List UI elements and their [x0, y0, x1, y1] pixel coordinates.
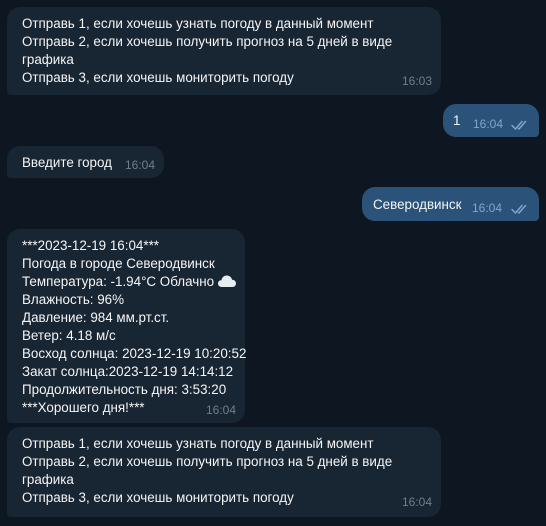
report-date-line: ***2023-12-19 16:04*** — [22, 238, 159, 253]
message-time: 16:04 — [472, 201, 503, 215]
weather-report-message[interactable]: ***2023-12-19 16:04*** Погода в городе С… — [7, 229, 247, 423]
report-sunset-line: Закат солнца:2023-12-19 14:14:12 — [22, 364, 234, 379]
report-humidity-line: Влажность: 96% — [22, 292, 125, 307]
incoming-message[interactable]: Введите город 16:04 — [7, 146, 164, 178]
message-line: графика — [22, 472, 74, 487]
report-city-line: Погода в городе Северодвинск — [22, 256, 215, 271]
message-line: Отправь 2, если хочешь получить прогноз … — [22, 34, 393, 49]
outgoing-message[interactable]: 1 16:04 — [443, 104, 539, 137]
report-wind-line: Ветер: 4.18 м/с — [22, 328, 116, 343]
read-checkmarks-icon — [511, 120, 527, 130]
report-pressure-line: Давление: 984 мм.рт.ст. — [22, 310, 170, 325]
chat-message-list[interactable]: Отправь 1, если хочешь узнать погоду в д… — [0, 0, 546, 526]
message-time: 16:03 — [401, 74, 432, 88]
cloud-icon — [218, 275, 237, 287]
message-line: Отправь 1, если хочешь узнать погоду в д… — [22, 16, 374, 31]
incoming-message[interactable]: Отправь 1, если хочешь узнать погоду в д… — [7, 427, 441, 517]
message-line: Отправь 3, если хочешь мониторить погоду — [22, 70, 294, 85]
incoming-message[interactable]: Отправь 1, если хочешь узнать погоду в д… — [7, 7, 441, 95]
message-line: графика — [22, 52, 74, 67]
message-time: 16:04 — [473, 117, 504, 131]
read-checkmarks-icon — [511, 204, 527, 214]
report-sunrise-line: Восход солнца: 2023-12-19 10:20:52 — [22, 346, 247, 361]
report-day-length-line: Продолжительность дня: 3:53:20 — [22, 382, 227, 397]
message-line: Отправь 3, если хочешь мониторить погоду — [22, 490, 294, 505]
report-temperature-line: Температура: -1.94°C Облачно — [22, 273, 245, 291]
message-line: Отправь 2, если хочешь получить прогноз … — [22, 454, 393, 469]
report-temperature-text: Температура: -1.94°C Облачно — [22, 274, 215, 289]
message-time: 16:04 — [401, 495, 432, 509]
message-time: 16:04 — [124, 158, 155, 172]
message-line: Отправь 1, если хочешь узнать погоду в д… — [22, 436, 374, 451]
outgoing-message[interactable]: Северодвинск 16:04 — [362, 187, 539, 221]
message-time: 16:04 — [205, 403, 236, 417]
